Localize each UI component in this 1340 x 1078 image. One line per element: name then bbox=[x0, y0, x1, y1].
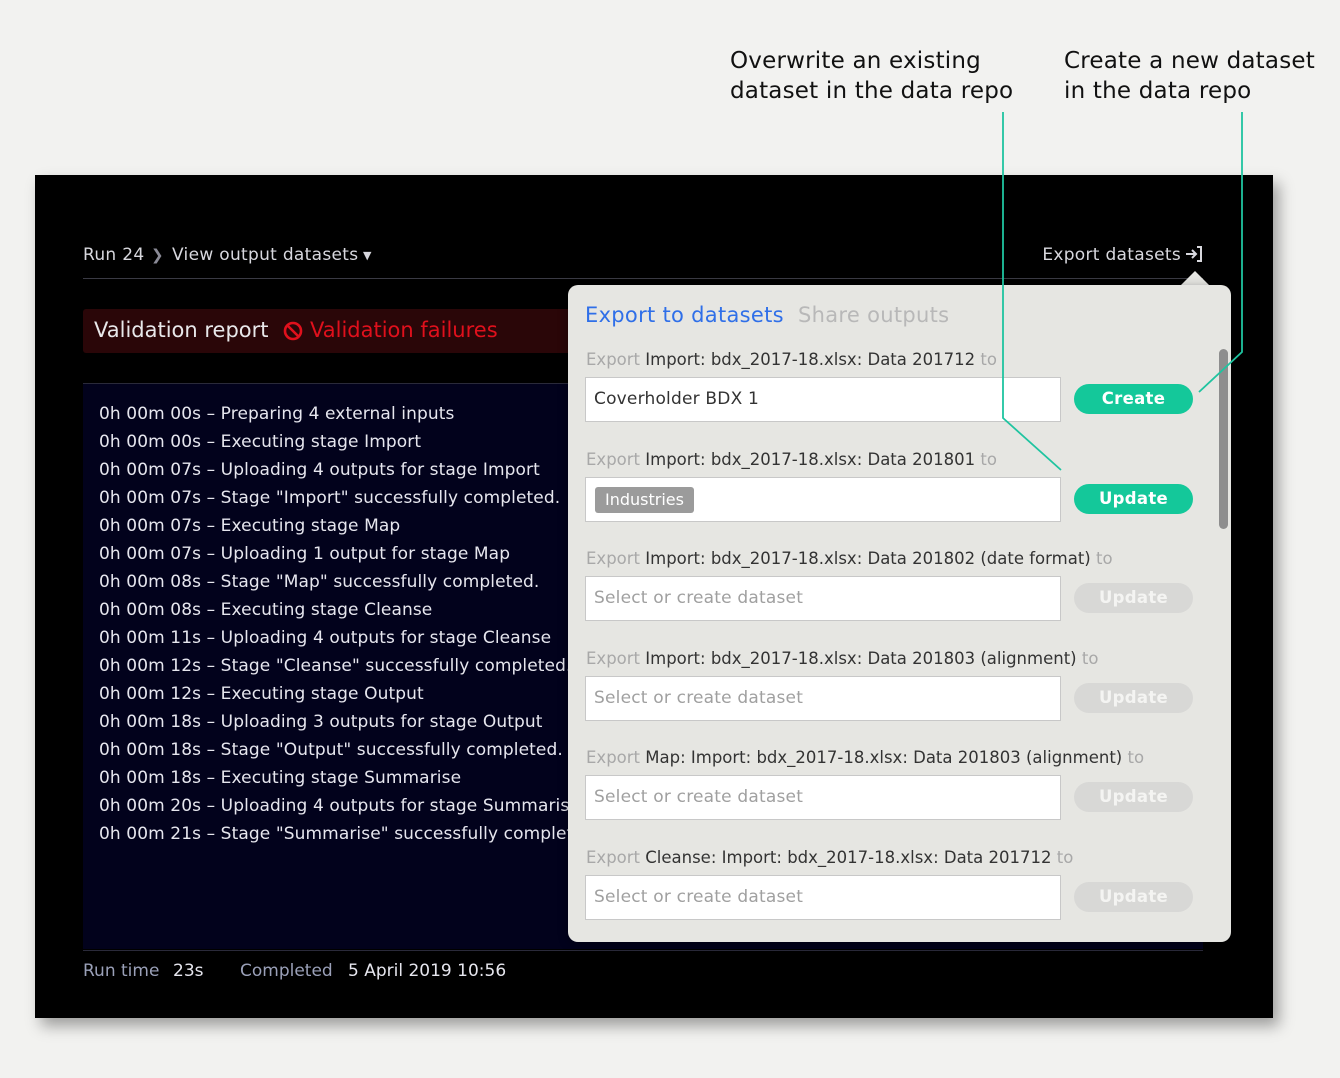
export-row-label: Export Map: Import: bdx_2017-18.xlsx: Da… bbox=[586, 748, 1144, 767]
popover-scrollbar[interactable] bbox=[1219, 349, 1228, 529]
create-dataset-button[interactable]: Create bbox=[1074, 384, 1193, 414]
log-line: 0h 00m 07s – Executing stage Map bbox=[99, 516, 401, 536]
dataset-select-field[interactable]: Select or create dataset bbox=[585, 675, 1061, 721]
export-source-name: Import: bdx_2017-18.xlsx: Data 201802 (d… bbox=[645, 549, 1091, 568]
callout-overwrite-dataset: Overwrite an existing dataset in the dat… bbox=[730, 48, 1014, 104]
dataset-field-value: Coverholder BDX 1 bbox=[594, 389, 760, 409]
breadcrumb-run[interactable]: Run 24 bbox=[83, 245, 144, 265]
export-row-label: Export Import: bdx_2017-18.xlsx: Data 20… bbox=[586, 450, 997, 469]
callout-create-dataset: Create a new dataset in the data repo bbox=[1064, 48, 1315, 104]
log-line: 0h 00m 08s – Stage "Map" successfully co… bbox=[99, 572, 540, 592]
run-time-value: 23s bbox=[173, 961, 204, 981]
log-line: 0h 00m 20s – Uploading 4 outputs for sta… bbox=[99, 796, 580, 816]
log-line: 0h 00m 07s – Uploading 4 outputs for sta… bbox=[99, 460, 540, 480]
log-line: 0h 00m 18s – Uploading 3 outputs for sta… bbox=[99, 712, 543, 732]
update-dataset-button[interactable]: Update bbox=[1074, 682, 1193, 713]
update-dataset-button[interactable]: Update bbox=[1074, 782, 1193, 812]
export-prefix: Export bbox=[586, 549, 641, 568]
chevron-right-icon: ❯ bbox=[151, 246, 164, 264]
log-line: 0h 00m 00s – Preparing 4 external inputs bbox=[99, 404, 455, 424]
footer-divider bbox=[83, 950, 1203, 951]
popover-arrow bbox=[1181, 271, 1209, 285]
log-line: 0h 00m 12s – Executing stage Output bbox=[99, 684, 424, 704]
log-line: 0h 00m 08s – Executing stage Cleanse bbox=[99, 600, 433, 620]
export-prefix: Export bbox=[586, 449, 641, 469]
update-dataset-button[interactable]: Update bbox=[1074, 583, 1193, 613]
log-line: 0h 00m 18s – Stage "Output" successfully… bbox=[99, 740, 563, 760]
dataset-field-placeholder: Select or create dataset bbox=[594, 787, 804, 807]
validation-report-title: Validation report bbox=[94, 318, 269, 342]
dataset-field-placeholder: Select or create dataset bbox=[594, 588, 804, 608]
export-suffix: to bbox=[1127, 748, 1145, 767]
export-source-name: Map: Import: bdx_2017-18.xlsx: Data 2018… bbox=[645, 748, 1123, 767]
log-line: 0h 00m 21s – Stage "Summarise" successfu… bbox=[99, 824, 601, 844]
export-datasets-button[interactable]: Export datasets bbox=[1042, 245, 1203, 265]
completed-value: 5 April 2019 10:56 bbox=[348, 961, 507, 981]
export-datasets-label: Export datasets bbox=[1042, 245, 1181, 265]
update-dataset-button[interactable]: Update bbox=[1074, 881, 1193, 912]
tab-export-to-datasets[interactable]: Export to datasets bbox=[585, 303, 784, 327]
validation-report-bar[interactable]: Validation report Validation failures bbox=[83, 309, 583, 353]
export-suffix: to bbox=[980, 350, 997, 369]
dataset-select-field[interactable]: Select or create dataset bbox=[585, 775, 1061, 820]
log-line: 0h 00m 11s – Uploading 4 outputs for sta… bbox=[99, 628, 552, 648]
top-bar: Run 24 ❯ View output datasets ▼ Export d… bbox=[83, 243, 1203, 279]
export-row-label: Export Import: bdx_2017-18.xlsx: Data 20… bbox=[586, 549, 1113, 568]
dataset-chip[interactable]: Industries bbox=[595, 486, 694, 513]
view-output-datasets-dropdown[interactable]: View output datasets bbox=[172, 245, 358, 265]
chevron-down-icon[interactable]: ▼ bbox=[363, 249, 372, 262]
completed-label: Completed bbox=[240, 961, 333, 981]
dataset-select-field[interactable]: Select or create dataset bbox=[585, 576, 1061, 621]
export-suffix: to bbox=[1056, 847, 1074, 867]
export-prefix: Export bbox=[586, 648, 641, 668]
dataset-select-field[interactable]: Coverholder BDX 1 bbox=[585, 377, 1061, 422]
validation-failures-status[interactable]: Validation failures bbox=[310, 318, 498, 342]
log-line: 0h 00m 07s – Stage "Import" successfully… bbox=[99, 488, 561, 508]
export-source-name: Import: bdx_2017-18.xlsx: Data 201801 bbox=[645, 449, 976, 469]
prohibited-icon bbox=[283, 321, 303, 341]
log-line: 0h 00m 07s – Uploading 1 output for stag… bbox=[99, 544, 511, 564]
export-popover: Export to datasets Share outputs Export … bbox=[568, 285, 1231, 942]
dataset-select-field[interactable]: Industries bbox=[585, 476, 1061, 522]
update-dataset-button[interactable]: Update bbox=[1074, 483, 1193, 514]
run-time-label: Run time bbox=[83, 961, 160, 981]
export-prefix: Export bbox=[586, 847, 641, 867]
export-suffix: to bbox=[1096, 549, 1113, 568]
export-row-label: Export Import: bdx_2017-18.xlsx: Data 20… bbox=[586, 350, 997, 369]
export-prefix: Export bbox=[586, 350, 641, 369]
export-source-name: Cleanse: Import: bdx_2017-18.xlsx: Data … bbox=[645, 847, 1052, 867]
log-line: 0h 00m 12s – Stage "Cleanse" successfull… bbox=[99, 656, 572, 676]
export-row-label: Export Cleanse: Import: bdx_2017-18.xlsx… bbox=[586, 848, 1073, 867]
export-row-label: Export Import: bdx_2017-18.xlsx: Data 20… bbox=[586, 649, 1098, 668]
dataset-field-placeholder: Select or create dataset bbox=[594, 687, 804, 708]
export-arrow-icon bbox=[1186, 246, 1202, 262]
dataset-select-field[interactable]: Select or create dataset bbox=[585, 874, 1061, 920]
log-line: 0h 00m 18s – Executing stage Summarise bbox=[99, 768, 462, 788]
export-suffix: to bbox=[1081, 648, 1099, 668]
export-suffix: to bbox=[980, 449, 997, 469]
export-source-name: Import: bdx_2017-18.xlsx: Data 201803 (a… bbox=[645, 648, 1077, 668]
log-line: 0h 00m 00s – Executing stage Import bbox=[99, 432, 422, 452]
export-prefix: Export bbox=[586, 748, 641, 767]
tab-share-outputs[interactable]: Share outputs bbox=[798, 303, 949, 327]
dataset-field-placeholder: Select or create dataset bbox=[594, 886, 804, 907]
export-source-name: Import: bdx_2017-18.xlsx: Data 201712 bbox=[645, 350, 976, 369]
